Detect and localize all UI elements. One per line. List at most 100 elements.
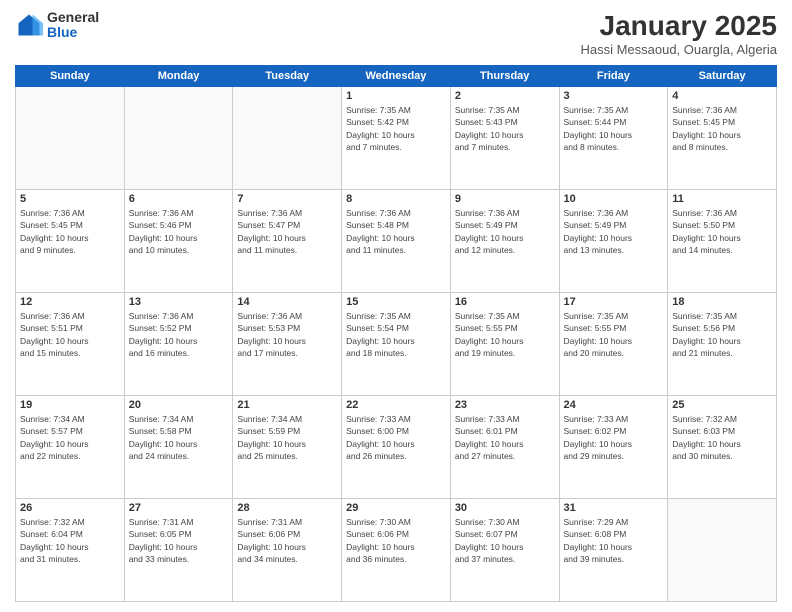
calendar-cell-3-0: 19 Sunrise: 7:34 AM Sunset: 5:57 PM Dayli… — [16, 396, 125, 499]
calendar-cell-2-2: 14 Sunrise: 7:36 AM Sunset: 5:53 PM Dayli… — [233, 293, 342, 396]
day-number-16: 16 — [455, 296, 555, 308]
day-number-11: 11 — [672, 193, 772, 205]
calendar-cell-1-4: 9 Sunrise: 7:36 AM Sunset: 5:49 PM Daylig… — [450, 190, 559, 293]
calendar-cell-0-1 — [124, 87, 233, 190]
calendar-cell-3-1: 20 Sunrise: 7:34 AM Sunset: 5:58 PM Dayli… — [124, 396, 233, 499]
month-title: January 2025 — [580, 10, 777, 42]
day-number-24: 24 — [564, 399, 664, 411]
calendar-cell-4-5: 31Sunrise: 7:29 AM Sunset: 6:08 PM Dayli… — [559, 499, 668, 602]
week-row-2: 12 Sunrise: 7:36 AM Sunset: 5:51 PM Dayli… — [16, 293, 777, 396]
calendar-cell-2-4: 16Sunrise: 7:35 AM Sunset: 5:55 PM Dayli… — [450, 293, 559, 396]
calendar-cell-3-2: 21 Sunrise: 7:34 AM Sunset: 5:59 PM Dayli… — [233, 396, 342, 499]
day-number-25: 25 — [672, 399, 772, 411]
day-number-5: 5 — [20, 193, 120, 205]
day-info-8: Sunrise: 7:36 AM Sunset: 5:48 PM Dayligh… — [346, 207, 446, 256]
calendar: Sunday Monday Tuesday Wednesday Thursday… — [15, 65, 777, 602]
day-number-22: 22 — [346, 399, 446, 411]
calendar-cell-4-2: 28Sunrise: 7:31 AM Sunset: 6:06 PM Dayli… — [233, 499, 342, 602]
calendar-cell-1-3: 8 Sunrise: 7:36 AM Sunset: 5:48 PM Daylig… — [342, 190, 451, 293]
calendar-cell-0-3: 1Sunrise: 7:35 AM Sunset: 5:42 PM Daylig… — [342, 87, 451, 190]
day-number-27: 27 — [129, 502, 229, 514]
day-number-10: 10 — [564, 193, 664, 205]
calendar-cell-2-0: 12 Sunrise: 7:36 AM Sunset: 5:51 PM Dayli… — [16, 293, 125, 396]
day-number-23: 23 — [455, 399, 555, 411]
day-number-21: 21 — [237, 399, 337, 411]
day-number-19: 19 — [20, 399, 120, 411]
logo-general-text: General — [47, 10, 99, 25]
calendar-cell-4-4: 30 Sunrise: 7:30 AM Sunset: 6:07 PM Dayli… — [450, 499, 559, 602]
day-info-19: Sunrise: 7:34 AM Sunset: 5:57 PM Dayligh… — [20, 413, 120, 462]
header: General Blue January 2025 Hassi Messaoud… — [15, 10, 777, 57]
calendar-cell-2-5: 17 Sunrise: 7:35 AM Sunset: 5:55 PM Dayli… — [559, 293, 668, 396]
day-number-26: 26 — [20, 502, 120, 514]
calendar-cell-3-4: 23 Sunrise: 7:33 AM Sunset: 6:01 PM Dayli… — [450, 396, 559, 499]
day-number-29: 29 — [346, 502, 446, 514]
day-info-17: Sunrise: 7:35 AM Sunset: 5:55 PM Dayligh… — [564, 310, 664, 359]
day-info-31: Sunrise: 7:29 AM Sunset: 6:08 PM Dayligh… — [564, 516, 664, 565]
calendar-cell-0-0 — [16, 87, 125, 190]
calendar-cell-0-4: 2Sunrise: 7:35 AM Sunset: 5:43 PM Daylig… — [450, 87, 559, 190]
logo-blue-text: Blue — [47, 25, 99, 40]
day-info-20: Sunrise: 7:34 AM Sunset: 5:58 PM Dayligh… — [129, 413, 229, 462]
th-thursday: Thursday — [450, 66, 559, 87]
day-number-20: 20 — [129, 399, 229, 411]
calendar-cell-2-1: 13Sunrise: 7:36 AM Sunset: 5:52 PM Dayli… — [124, 293, 233, 396]
calendar-cell-4-6 — [668, 499, 777, 602]
week-row-0: 1Sunrise: 7:35 AM Sunset: 5:42 PM Daylig… — [16, 87, 777, 190]
day-info-5: Sunrise: 7:36 AM Sunset: 5:45 PM Dayligh… — [20, 207, 120, 256]
day-number-9: 9 — [455, 193, 555, 205]
day-info-21: Sunrise: 7:34 AM Sunset: 5:59 PM Dayligh… — [237, 413, 337, 462]
calendar-cell-0-5: 3 Sunrise: 7:35 AM Sunset: 5:44 PM Daylig… — [559, 87, 668, 190]
day-info-22: Sunrise: 7:33 AM Sunset: 6:00 PM Dayligh… — [346, 413, 446, 462]
calendar-cell-1-1: 6Sunrise: 7:36 AM Sunset: 5:46 PM Daylig… — [124, 190, 233, 293]
day-number-30: 30 — [455, 502, 555, 514]
day-info-2: Sunrise: 7:35 AM Sunset: 5:43 PM Dayligh… — [455, 104, 555, 153]
day-number-28: 28 — [237, 502, 337, 514]
day-number-1: 1 — [346, 90, 446, 102]
calendar-cell-2-6: 18Sunrise: 7:35 AM Sunset: 5:56 PM Dayli… — [668, 293, 777, 396]
day-number-6: 6 — [129, 193, 229, 205]
day-info-18: Sunrise: 7:35 AM Sunset: 5:56 PM Dayligh… — [672, 310, 772, 359]
calendar-header: Sunday Monday Tuesday Wednesday Thursday… — [16, 66, 777, 87]
calendar-cell-0-2 — [233, 87, 342, 190]
calendar-cell-1-6: 11 Sunrise: 7:36 AM Sunset: 5:50 PM Dayli… — [668, 190, 777, 293]
th-wednesday: Wednesday — [342, 66, 451, 87]
day-number-12: 12 — [20, 296, 120, 308]
day-number-7: 7 — [237, 193, 337, 205]
day-info-11: Sunrise: 7:36 AM Sunset: 5:50 PM Dayligh… — [672, 207, 772, 256]
week-row-3: 19 Sunrise: 7:34 AM Sunset: 5:57 PM Dayli… — [16, 396, 777, 499]
day-number-4: 4 — [672, 90, 772, 102]
title-area: January 2025 Hassi Messaoud, Ouargla, Al… — [580, 10, 777, 57]
page: General Blue January 2025 Hassi Messaoud… — [0, 0, 792, 612]
day-info-23: Sunrise: 7:33 AM Sunset: 6:01 PM Dayligh… — [455, 413, 555, 462]
day-info-10: Sunrise: 7:36 AM Sunset: 5:49 PM Dayligh… — [564, 207, 664, 256]
day-info-24: Sunrise: 7:33 AM Sunset: 6:02 PM Dayligh… — [564, 413, 664, 462]
day-info-27: Sunrise: 7:31 AM Sunset: 6:05 PM Dayligh… — [129, 516, 229, 565]
day-number-14: 14 — [237, 296, 337, 308]
day-info-30: Sunrise: 7:30 AM Sunset: 6:07 PM Dayligh… — [455, 516, 555, 565]
th-monday: Monday — [124, 66, 233, 87]
th-tuesday: Tuesday — [233, 66, 342, 87]
th-saturday: Saturday — [668, 66, 777, 87]
day-info-12: Sunrise: 7:36 AM Sunset: 5:51 PM Dayligh… — [20, 310, 120, 359]
logo-text: General Blue — [47, 10, 99, 41]
day-number-17: 17 — [564, 296, 664, 308]
day-info-4: Sunrise: 7:36 AM Sunset: 5:45 PM Dayligh… — [672, 104, 772, 153]
day-info-3: Sunrise: 7:35 AM Sunset: 5:44 PM Dayligh… — [564, 104, 664, 153]
day-info-14: Sunrise: 7:36 AM Sunset: 5:53 PM Dayligh… — [237, 310, 337, 359]
day-info-26: Sunrise: 7:32 AM Sunset: 6:04 PM Dayligh… — [20, 516, 120, 565]
calendar-cell-3-5: 24 Sunrise: 7:33 AM Sunset: 6:02 PM Dayli… — [559, 396, 668, 499]
day-info-29: Sunrise: 7:30 AM Sunset: 6:06 PM Dayligh… — [346, 516, 446, 565]
weekday-header-row: Sunday Monday Tuesday Wednesday Thursday… — [16, 66, 777, 87]
day-info-25: Sunrise: 7:32 AM Sunset: 6:03 PM Dayligh… — [672, 413, 772, 462]
calendar-cell-4-0: 26 Sunrise: 7:32 AM Sunset: 6:04 PM Dayli… — [16, 499, 125, 602]
calendar-cell-1-5: 10 Sunrise: 7:36 AM Sunset: 5:49 PM Dayli… — [559, 190, 668, 293]
day-info-9: Sunrise: 7:36 AM Sunset: 5:49 PM Dayligh… — [455, 207, 555, 256]
day-number-8: 8 — [346, 193, 446, 205]
day-number-3: 3 — [564, 90, 664, 102]
week-row-1: 5 Sunrise: 7:36 AM Sunset: 5:45 PM Daylig… — [16, 190, 777, 293]
day-info-13: Sunrise: 7:36 AM Sunset: 5:52 PM Dayligh… — [129, 310, 229, 359]
calendar-cell-1-0: 5 Sunrise: 7:36 AM Sunset: 5:45 PM Daylig… — [16, 190, 125, 293]
location: Hassi Messaoud, Ouargla, Algeria — [580, 42, 777, 57]
logo-icon — [15, 11, 43, 39]
